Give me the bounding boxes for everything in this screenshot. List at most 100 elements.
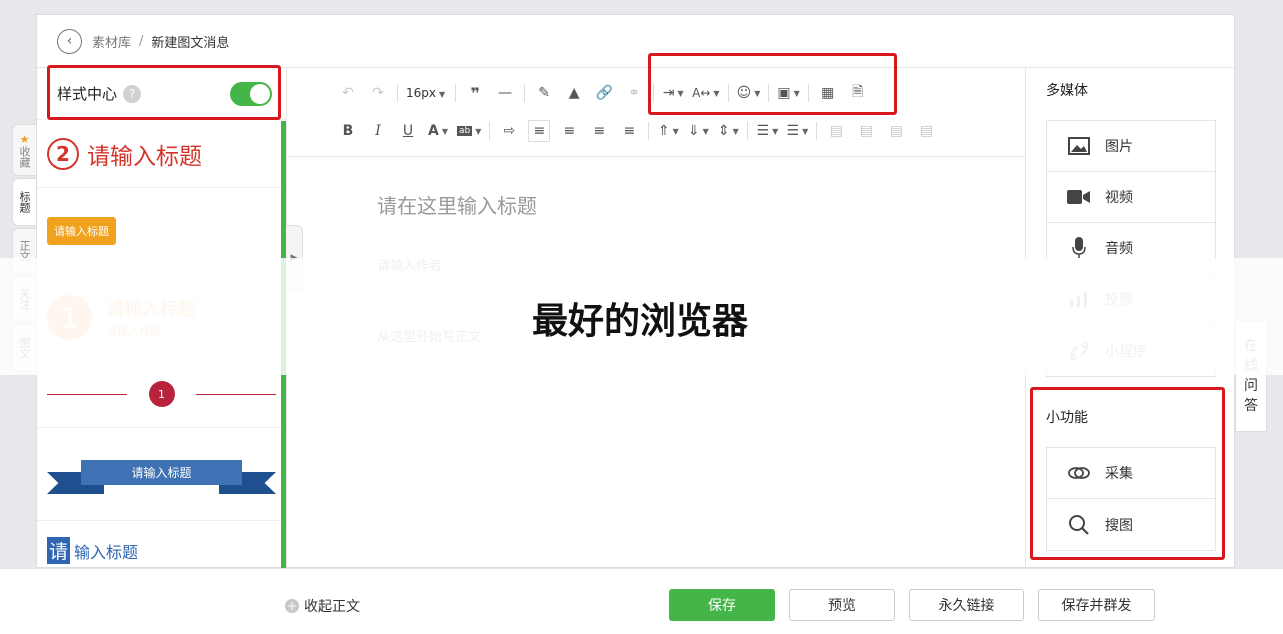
- side-tab-follow[interactable]: 关注: [12, 276, 36, 322]
- media-item-label: 图片: [1105, 139, 1133, 155]
- align-right-icon[interactable]: ≡: [588, 120, 610, 142]
- ordered-list-icon[interactable]: ☰ ▼: [756, 120, 779, 142]
- style-template-divider-number[interactable]: 1: [37, 361, 286, 428]
- preview-button[interactable]: 预览: [789, 589, 895, 621]
- media-item-label: 投票: [1105, 292, 1133, 308]
- spacing-before-icon[interactable]: ⇑ ▼: [657, 120, 679, 142]
- indent-icon[interactable]: ⇨: [498, 120, 520, 142]
- number-badge: 1: [148, 381, 175, 407]
- image-insert-icon[interactable]: ▣ ▼: [777, 82, 799, 104]
- float-left-icon[interactable]: ▤: [825, 120, 847, 142]
- number-badge: 1: [47, 294, 92, 340]
- font-size-select[interactable]: 16px ▼: [406, 86, 445, 100]
- template-subtitle-text: 请输入标题: [106, 325, 161, 338]
- tool-item-search-image[interactable]: 搜图: [1047, 499, 1215, 550]
- template-title-text: 输入标题: [74, 542, 139, 562]
- side-tab-label: 标题: [18, 191, 31, 213]
- side-tab-article[interactable]: 图文: [12, 324, 36, 372]
- media-item-video[interactable]: 视频: [1047, 172, 1215, 223]
- template-grid-icon[interactable]: ▦: [817, 82, 839, 104]
- align-left-icon[interactable]: ≡: [528, 120, 551, 142]
- undo-icon[interactable]: ↶: [337, 82, 359, 104]
- redo-icon[interactable]: ↷: [367, 82, 389, 104]
- style-center-toggle[interactable]: [230, 81, 272, 106]
- media-section-title: 多媒体: [1046, 83, 1088, 99]
- letter-spacing-icon[interactable]: A↔ ▼: [692, 82, 719, 104]
- horizontal-rule-icon[interactable]: —: [494, 82, 516, 104]
- style-template-numbered-title[interactable]: 2 请输入标题: [37, 120, 286, 188]
- help-icon[interactable]: ?: [123, 84, 142, 103]
- style-center-panel: 样式中心 ? 2 请输入标题 请输入标题 1 请输入标题 请输入标题 1 请输入…: [37, 68, 287, 569]
- title-input[interactable]: 请在这里输入标题: [377, 190, 937, 219]
- link-icon[interactable]: 🔗: [593, 82, 615, 104]
- emoji-icon[interactable]: ☺ ▼: [737, 82, 761, 104]
- breadcrumb-link-material[interactable]: 素材库: [92, 32, 131, 51]
- template-title-text: 请输入标题: [47, 216, 116, 245]
- side-tab-label: 正文: [18, 240, 31, 262]
- word-document-icon[interactable]: 🗎: [847, 82, 869, 104]
- style-template-ribbon[interactable]: 请输入标题: [37, 428, 286, 521]
- image-icon: [1067, 137, 1091, 155]
- line-height-icon[interactable]: ⇕ ▼: [717, 120, 739, 142]
- qa-char: 答: [1244, 398, 1258, 414]
- tool-item-label: 搜图: [1105, 517, 1133, 534]
- save-button[interactable]: 保存: [669, 589, 775, 621]
- float-none-icon[interactable]: ▤: [855, 120, 877, 142]
- side-tab-label: 收藏: [18, 145, 31, 168]
- bold-icon[interactable]: B: [337, 120, 359, 142]
- media-item-label: 音频: [1105, 241, 1133, 257]
- microphone-icon: [1067, 237, 1091, 259]
- permalink-button[interactable]: 永久链接: [909, 589, 1024, 621]
- spacing-after-icon[interactable]: ⇓ ▼: [687, 120, 709, 142]
- media-item-audio[interactable]: 音频: [1047, 223, 1215, 274]
- media-list: 图片 视频 音频 投票 小程序: [1046, 120, 1216, 377]
- style-template-orange-tag[interactable]: 请输入标题: [37, 188, 286, 274]
- quote-icon[interactable]: ❞: [464, 82, 486, 104]
- editor-toolbar: ↶ ↷ 16px ▼ ❞ — ✎ ▲ 🔗 ⚭ ⇥ ▼ A↔ ▼ ☺ ▼ ▣ ▼ ▦ 🗎 B…: [287, 68, 1025, 157]
- underline-icon[interactable]: U: [397, 120, 419, 142]
- save-and-send-button[interactable]: 保存并群发: [1038, 589, 1155, 621]
- side-tab-favorites[interactable]: ★ 收藏: [12, 124, 36, 176]
- tool-item-collect[interactable]: 采集: [1047, 448, 1215, 499]
- online-qa-tab[interactable]: 在 线 问 答: [1235, 320, 1267, 432]
- link-icon: [1067, 341, 1091, 361]
- author-input[interactable]: 请输入作者: [377, 255, 937, 274]
- unordered-list-icon[interactable]: ☰ ▼: [786, 120, 809, 142]
- collapse-panel-handle[interactable]: ▶: [286, 225, 303, 291]
- clear-format-icon[interactable]: ▲: [563, 82, 585, 104]
- style-template-box-char[interactable]: 请 输入标题: [37, 521, 286, 569]
- side-tab-label: 关注: [18, 288, 31, 310]
- media-item-label: 视频: [1105, 190, 1133, 206]
- number-badge: 2: [47, 137, 79, 170]
- overlay-caption: 最好的浏览器: [532, 301, 749, 342]
- media-item-poll[interactable]: 投票: [1047, 274, 1215, 325]
- side-tab-title[interactable]: 标题: [12, 178, 36, 226]
- style-panel-scrollbar[interactable]: [281, 121, 286, 569]
- page-title: 新建图文消息: [151, 35, 230, 51]
- side-tab-body[interactable]: 正文: [12, 228, 36, 274]
- align-center-icon[interactable]: ≡: [558, 120, 580, 142]
- italic-icon[interactable]: I: [367, 120, 389, 142]
- background-color-icon[interactable]: ab ▼: [457, 120, 481, 142]
- media-item-miniprogram[interactable]: 小程序: [1047, 325, 1215, 376]
- indent-spacing-icon[interactable]: ⇥ ▼: [662, 82, 684, 104]
- collapse-label: 收起正文: [304, 599, 360, 615]
- float-center-icon[interactable]: ▤: [915, 120, 937, 142]
- style-template-circle-title[interactable]: 1 请输入标题 请输入标题: [37, 274, 286, 361]
- search-icon: [1067, 514, 1091, 536]
- media-item-label: 小程序: [1105, 343, 1147, 360]
- toolbar-row-1: ↶ ↷ 16px ▼ ❞ — ✎ ▲ 🔗 ⚭ ⇥ ▼ A↔ ▼ ☺ ▼ ▣ ▼ ▦ 🗎: [337, 82, 877, 104]
- align-justify-icon[interactable]: ≡: [618, 120, 640, 142]
- qa-char: 问: [1244, 378, 1258, 394]
- tool-item-label: 采集: [1105, 466, 1133, 482]
- media-item-image[interactable]: 图片: [1047, 121, 1215, 172]
- collapse-body-toggle[interactable]: + 收起正文: [285, 596, 360, 616]
- back-arrow-icon[interactable]: ‹: [57, 28, 82, 54]
- float-right-icon[interactable]: ▤: [885, 120, 907, 142]
- format-painter-icon[interactable]: ✎: [533, 82, 555, 104]
- unlink-icon[interactable]: ⚭: [623, 82, 645, 104]
- style-center-title: 样式中心: [57, 85, 118, 103]
- tools-section-title: 小功能: [1046, 410, 1088, 426]
- template-title-text: 请输入标题: [106, 299, 196, 320]
- font-color-icon[interactable]: A ▼: [427, 120, 449, 142]
